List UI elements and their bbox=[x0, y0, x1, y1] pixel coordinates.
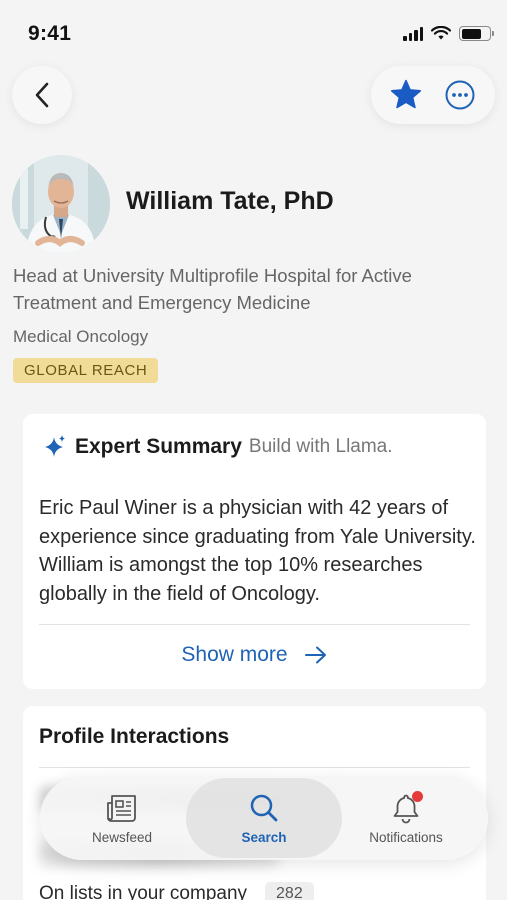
interactions-title: Profile Interactions bbox=[39, 725, 230, 748]
company-lists-row[interactable]: On lists in your company 282 bbox=[39, 882, 314, 900]
chevron-left-icon bbox=[35, 82, 49, 108]
company-lists-count: 282 bbox=[265, 882, 314, 900]
show-more-label: Show more bbox=[181, 643, 288, 666]
bell-icon bbox=[391, 790, 423, 824]
doctor-photo-icon bbox=[12, 155, 110, 253]
sparkle-icon bbox=[43, 434, 67, 460]
ellipsis-circle-icon bbox=[445, 80, 475, 110]
tab-newsfeed[interactable]: Newsfeed bbox=[60, 776, 184, 860]
profile-actions bbox=[371, 66, 495, 124]
star-icon bbox=[390, 79, 422, 109]
tab-bar: Newsfeed Search Notifications bbox=[40, 776, 488, 860]
avatar bbox=[12, 155, 110, 253]
divider bbox=[39, 624, 470, 625]
cellular-signal-icon bbox=[403, 26, 423, 41]
favorite-button[interactable] bbox=[384, 73, 428, 117]
arrow-right-icon bbox=[304, 646, 326, 664]
status-time: 9:41 bbox=[28, 22, 72, 45]
wifi-icon bbox=[431, 26, 451, 40]
status-icons bbox=[403, 26, 494, 41]
summary-header: Expert Summary Build with Llama. bbox=[43, 434, 393, 460]
show-more-button[interactable]: Show more bbox=[23, 643, 486, 667]
expert-summary-card: Expert Summary Build with Llama. Eric Pa… bbox=[23, 414, 486, 689]
tab-search[interactable]: Search bbox=[186, 778, 342, 858]
tab-label: Search bbox=[241, 829, 287, 845]
tab-label: Newsfeed bbox=[91, 829, 153, 845]
battery-icon bbox=[459, 26, 494, 41]
company-lists-label: On lists in your company bbox=[39, 883, 248, 900]
summary-text: Eric Paul Winer is a physician with 42 y… bbox=[39, 497, 476, 605]
back-button[interactable] bbox=[12, 66, 72, 124]
profile-specialty: Medical Oncology bbox=[13, 327, 149, 346]
expert-profile-screen: 9:41 William Tate, PhD Head at Universit… bbox=[0, 0, 507, 900]
tab-notifications[interactable]: Notifications bbox=[344, 776, 468, 860]
global-reach-badge: GLOBAL REACH bbox=[13, 358, 159, 383]
divider bbox=[39, 767, 470, 768]
summary-title: Expert Summary bbox=[75, 435, 242, 458]
tab-label: Notifications bbox=[369, 829, 443, 845]
newspaper-icon bbox=[107, 794, 136, 822]
status-bar: 9:41 bbox=[0, 0, 507, 60]
search-icon bbox=[250, 794, 278, 821]
notification-dot bbox=[412, 790, 423, 802]
summary-subtitle: Build with Llama. bbox=[248, 436, 393, 457]
more-options-button[interactable] bbox=[438, 73, 482, 117]
profile-position: Head at University Multiprofile Hospital… bbox=[13, 265, 412, 313]
profile-name: William Tate, PhD bbox=[126, 187, 334, 215]
